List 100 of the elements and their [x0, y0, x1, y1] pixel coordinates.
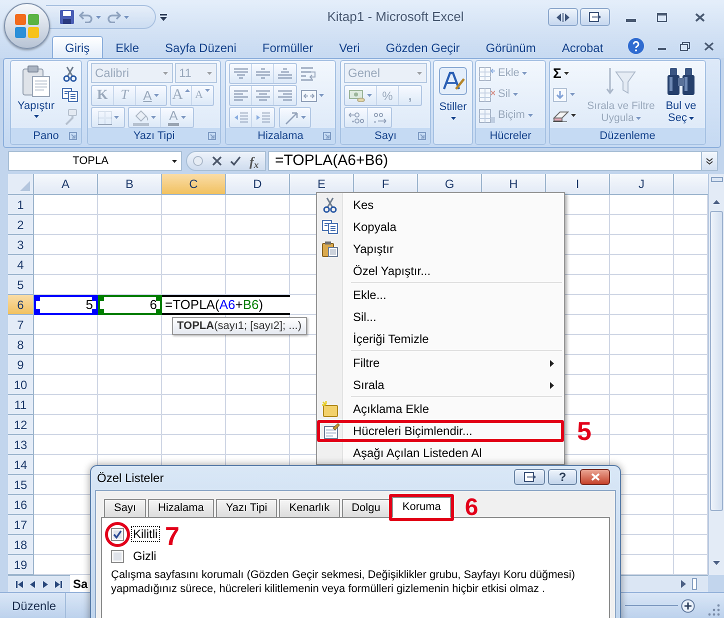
formula-field[interactable]: =TOPLA(A6+B6) — [268, 151, 702, 171]
corner-arrow-icon[interactable] — [418, 132, 426, 140]
menu-item[interactable]: Filtre — [317, 352, 564, 374]
corner-arrow-icon[interactable] — [208, 132, 216, 140]
row-header[interactable]: 8 — [8, 335, 34, 355]
row-header[interactable]: 7 — [8, 315, 34, 335]
cancel-icon[interactable] — [212, 156, 222, 166]
column-header[interactable]: J — [610, 174, 674, 195]
up-arrow-icon[interactable] — [713, 200, 720, 204]
save-icon[interactable] — [60, 10, 74, 24]
split-box[interactable] — [692, 578, 697, 590]
help-button[interactable]: ? — [548, 469, 577, 485]
bar-triangle-icon[interactable] — [160, 14, 167, 20]
paste-button[interactable]: Yapıştır — [14, 63, 58, 128]
scroll-thumb[interactable] — [710, 211, 723, 511]
copy-icon[interactable] — [62, 88, 78, 102]
first-sheet-icon[interactable] — [16, 580, 23, 588]
styles-button[interactable]: Stiller — [437, 63, 469, 144]
menu-item[interactable]: Sil... — [317, 306, 564, 328]
column-header[interactable]: C — [162, 174, 226, 195]
close-icon[interactable] — [695, 12, 705, 22]
dialog-tab[interactable]: Dolgu — [342, 499, 390, 517]
restore-icon[interactable] — [680, 42, 690, 50]
dialog-tab[interactable]: Yazı Tipi — [216, 499, 278, 517]
dialog-tab[interactable]: Hizalama — [148, 499, 214, 517]
menu-item[interactable]: Kopyala — [317, 216, 564, 238]
enter-icon[interactable] — [230, 156, 242, 166]
row-header[interactable]: 9 — [8, 355, 34, 375]
row-header[interactable]: 11 — [8, 395, 34, 415]
close-button[interactable] — [580, 469, 610, 485]
scroll-right-icon[interactable] — [681, 580, 686, 588]
ribbon-tab[interactable]: Acrobat — [548, 36, 616, 58]
corner-arrow-icon[interactable] — [69, 132, 77, 140]
insert-function-button[interactable]: f$_{x}$ — [250, 154, 259, 168]
ribbon-tab[interactable]: Sayfa Düzeni — [152, 36, 250, 58]
menu-item[interactable]: Aşağı Açılan Listeden Al — [317, 442, 564, 464]
row-header[interactable]: 15 — [8, 475, 34, 495]
last-sheet-icon[interactable] — [55, 580, 62, 588]
dialog-tab[interactable]: Kenarlık — [279, 499, 340, 517]
dialog-tab[interactable]: Koruma — [392, 497, 451, 518]
menu-item[interactable]: Yapıştır — [317, 238, 564, 260]
ribbon-tab[interactable]: Formüller — [249, 36, 326, 58]
expand-button[interactable] — [702, 151, 718, 171]
maximize-icon[interactable] — [657, 12, 667, 22]
sheet-tab[interactable]: Sa — [70, 575, 90, 592]
row-header[interactable]: 2 — [8, 215, 34, 235]
row-header[interactable]: 19 — [8, 555, 34, 575]
menu-item[interactable]: Sırala — [317, 374, 564, 396]
checkbox-label[interactable]: Gizli — [132, 549, 158, 563]
row-header[interactable]: 5 — [8, 275, 34, 295]
close-icon[interactable] — [704, 42, 714, 50]
row-header[interactable]: 13 — [8, 435, 34, 455]
row-header[interactable]: 14 — [8, 455, 34, 475]
ribbon-tab[interactable]: Giriş — [52, 36, 103, 58]
previous-sheet-icon[interactable] — [30, 580, 36, 588]
row-header[interactable]: 12 — [8, 415, 34, 435]
help-icon[interactable] — [628, 38, 644, 54]
checkbox[interactable] — [111, 550, 124, 562]
dialog-tab[interactable]: Sayı — [104, 499, 146, 517]
menu-item[interactable]: Kes — [317, 194, 564, 216]
menu-item[interactable]: Açıklama Ekle — [317, 398, 564, 420]
checkbox[interactable] — [111, 528, 124, 540]
row-header[interactable]: 17 — [8, 515, 34, 535]
row-header[interactable]: 16 — [8, 495, 34, 515]
find-select-button[interactable]: Bul ve Seç — [661, 63, 701, 128]
vertical-scrollbar[interactable] — [708, 174, 724, 575]
corner-arrow-icon[interactable] — [323, 132, 331, 140]
row-header[interactable]: 1 — [8, 195, 34, 215]
column-header[interactable]: B — [98, 174, 162, 195]
ribbon-tab[interactable]: Gözden Geçir — [372, 36, 473, 58]
split-box[interactable] — [710, 177, 722, 182]
select-all-button[interactable] — [8, 174, 34, 195]
row-header[interactable]: 6 — [8, 295, 34, 315]
sum-button[interactable]: Σ — [553, 63, 581, 84]
resize-grip-icon[interactable] — [708, 604, 720, 616]
next-sheet-icon[interactable] — [42, 580, 48, 588]
menu-item[interactable]: Özel Yapıştır... — [317, 260, 564, 282]
column-header[interactable]: E — [290, 174, 354, 195]
undo-icon[interactable] — [79, 11, 93, 23]
row-header[interactable]: 4 — [8, 255, 34, 275]
checkbox-label[interactable]: Kilitli — [132, 527, 159, 541]
ribbon-tab[interactable]: Ekle — [102, 36, 152, 58]
column-header[interactable]: A — [34, 174, 98, 195]
menu-item[interactable]: Ekle... — [317, 284, 564, 306]
row-header[interactable]: 10 — [8, 375, 34, 395]
column-header[interactable]: D — [226, 174, 290, 195]
window-button[interactable] — [514, 469, 545, 485]
name-box[interactable]: TOPLA — [8, 151, 182, 171]
window-button[interactable] — [548, 8, 578, 26]
column-header[interactable]: I — [546, 174, 610, 195]
minimize-icon[interactable] — [626, 18, 636, 22]
redo-icon[interactable] — [107, 11, 121, 23]
menu-item[interactable]: İçeriği Temizle — [317, 328, 564, 350]
menu-item[interactable]: Hücreleri Biçimlendir... — [320, 423, 561, 439]
ribbon-tab[interactable]: Veri — [326, 36, 373, 58]
row-header[interactable]: 18 — [8, 535, 34, 555]
down-arrow-icon[interactable] — [713, 561, 720, 565]
scissors-icon[interactable] — [63, 66, 77, 82]
ribbon-tab[interactable]: Görünüm — [472, 36, 549, 58]
active-cell[interactable]: =TOPLA(A6+B6) — [162, 295, 290, 315]
